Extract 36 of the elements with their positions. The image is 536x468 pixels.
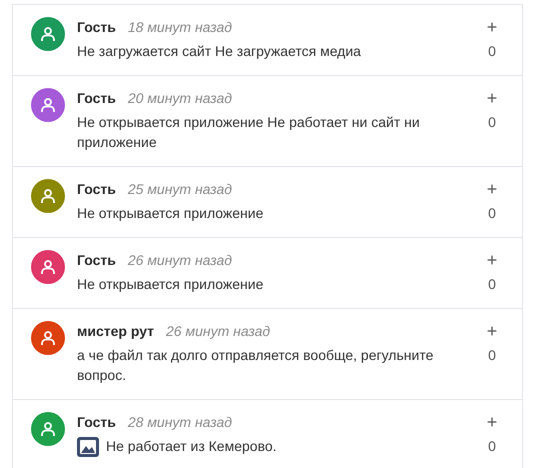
user-icon: [40, 259, 56, 275]
comment-text: Не загружается сайт Не загружается медиа: [77, 42, 361, 61]
user-icon: [40, 330, 56, 346]
upvote-button[interactable]: +: [486, 321, 498, 341]
author-name: мистер рут: [77, 322, 154, 341]
upvote-button[interactable]: +: [486, 88, 498, 108]
upvote-button[interactable]: +: [486, 17, 498, 37]
user-icon: [40, 97, 56, 113]
author-name: Гость: [77, 251, 116, 270]
vote-count: 0: [488, 42, 496, 61]
upvote-button[interactable]: +: [486, 250, 498, 270]
comment-time: 25 минут назад: [128, 180, 232, 199]
vote-count: 0: [488, 113, 496, 132]
author-name: Гость: [77, 18, 116, 37]
vote-count: 0: [488, 275, 496, 294]
user-icon: [40, 188, 56, 204]
comment-text: Не открывается приложение: [77, 275, 264, 294]
comment-text: Не открывается приложение Не работает ни сайт ни приложение: [77, 113, 421, 152]
comment-time: 18 минут назад: [128, 18, 232, 37]
vote-count: 0: [488, 204, 496, 223]
user-icon: [40, 421, 56, 437]
author-name: Гость: [77, 180, 116, 199]
user-icon: [40, 26, 56, 42]
comment-time: 20 минут назад: [128, 89, 232, 108]
comment-time: 26 минут назад: [128, 251, 232, 270]
vote-count: 0: [488, 346, 496, 365]
upvote-button[interactable]: +: [486, 179, 498, 199]
comment-time: 28 минут назад: [128, 413, 232, 432]
upvote-button[interactable]: +: [486, 412, 498, 432]
comment-text: Не работает из Кемерово.: [106, 437, 277, 456]
author-name: Гость: [77, 413, 116, 432]
comment-text: а че файл так долго отправляется вообще, регульните вопрос.: [77, 346, 434, 385]
vote-count: 0: [488, 437, 496, 456]
author-name: Гость: [77, 89, 116, 108]
comment-time: 26 минут назад: [166, 322, 270, 341]
comment-text: Не открывается приложение: [77, 204, 264, 223]
